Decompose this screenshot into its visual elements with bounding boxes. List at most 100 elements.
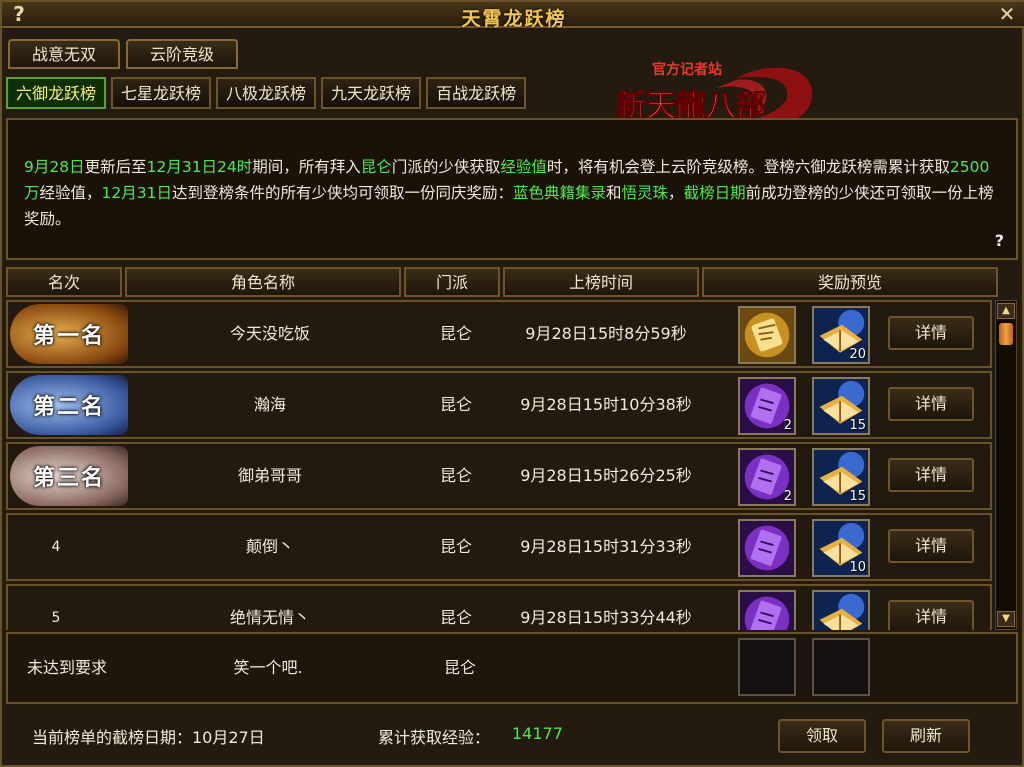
table-row: 4 颠倒丶 昆仑 9月28日15时31分33秒 10 详情 [6,513,992,581]
rank-badge: 4 [51,539,61,555]
deadline-text: 当前榜单的截榜日期：10月27日 [32,728,265,747]
detail-button[interactable]: 详情 [888,529,974,563]
tab-zhanyi[interactable]: 战意无双 [8,39,121,69]
col-time: 上榜时间 [503,267,699,297]
detail-button[interactable]: 详情 [888,600,974,630]
rank-time: 9月28日15时33分44秒 [520,608,692,627]
category-tabs: 战意无双 云阶竞级 [8,39,239,69]
description-part: 经验值 [500,158,547,176]
scroll-thumb[interactable] [999,323,1013,345]
scrollbar[interactable]: ▲ ▼ [995,300,1017,630]
book-icon[interactable]: 20 [812,306,870,364]
school: 昆仑 [439,466,472,485]
description-part: 期间，所有拜入 [252,158,361,176]
tab-baji[interactable]: 八极龙跃榜 [216,77,317,109]
rank-badge: 5 [51,610,61,626]
description-part: 截榜日期 [683,184,746,202]
description-part: 时，将有机会登上云阶竞级榜。登榜六御龙跃榜需累计获取 [546,158,950,176]
my-reward-slot-2 [812,638,870,696]
item-count: 2 [783,489,792,504]
player-name: 绝情无情丶 [229,608,310,627]
tab-yunjie[interactable]: 云阶竞级 [126,39,239,69]
purple-scroll-icon[interactable] [738,590,796,630]
tab-qixing[interactable]: 七星龙跃榜 [111,77,212,109]
rank-time: 9月28日15时26分25秒 [520,466,692,485]
school: 昆仑 [439,395,472,414]
rank-list: 第一名 今天没吃饭 昆仑 9月28日15时8分59秒 20 详情 第二名 瀚海 昆仑 9月28日1… [6,300,992,630]
leaderboard-window: ? 天霄龙跃榜 ✕ 战意无双 云阶竞级 六御龙跃榜 七星龙跃榜 八极龙跃榜 九天… [0,0,1024,767]
item-count: 15 [849,489,866,504]
rank-badge: 第一名 [10,304,128,364]
book-icon[interactable]: 15 [812,448,870,506]
school: 昆仑 [439,608,472,627]
player-name: 御弟哥哥 [237,466,302,485]
description-part: 门派的少侠获取 [391,158,501,176]
my-name: 笑一个吧. [233,658,303,677]
description-part: 9月28日 [24,158,85,176]
school: 昆仑 [439,324,472,343]
rank-time: 9月28日15时10分38秒 [520,395,692,414]
scroll-down-icon[interactable]: ▼ [997,611,1015,627]
player-name: 今天没吃饭 [229,324,310,343]
description-help-icon[interactable]: ? [995,228,1004,254]
exp-value: 14177 [512,724,563,743]
book-icon[interactable]: 15 [812,377,870,435]
col-school: 门派 [404,267,500,297]
player-name: 颠倒丶 [245,537,294,556]
my-rank-row: 未达到要求 笑一个吧. 昆仑 [6,632,1018,704]
event-description: 9月28日更新后至12月31日24时期间，所有拜入昆仑门派的少侠获取经验值时，将… [6,118,1018,260]
school: 昆仑 [439,537,472,556]
rank-time: 9月28日15时31分33秒 [520,537,692,556]
detail-button[interactable]: 详情 [888,316,974,350]
table-header: 名次 角色名称 门派 上榜时间 奖励预览 [6,267,1002,297]
scroll-up-icon[interactable]: ▲ [997,303,1015,319]
purple-scroll-icon[interactable]: 2 [738,448,796,506]
description-part: 蓝色典籍集录 [513,184,607,202]
exp-label: 累计获取经验： [378,728,491,747]
description-part: 达到登榜条件的所有少侠均可领取一份同庆奖励： [171,184,513,202]
item-count: 2 [783,418,792,433]
my-reward-slot-1 [738,638,796,696]
purple-scroll-icon[interactable]: 2 [738,377,796,435]
book-icon[interactable]: 10 [812,519,870,577]
logo-subtitle: 官方记者站 [652,61,722,77]
claim-button[interactable]: 领取 [778,719,866,753]
item-count: 20 [849,347,866,362]
table-row: 第三名 御弟哥哥 昆仑 9月28日15时26分25秒 2 15 详情 [6,442,992,510]
col-name: 角色名称 [125,267,401,297]
window-title: 天霄龙跃榜 [461,8,567,30]
detail-button[interactable]: 详情 [888,458,974,492]
my-school: 昆仑 [443,658,476,677]
description-part: 昆仑 [360,158,392,176]
my-status: 未达到要求 [26,658,107,677]
detail-button[interactable]: 详情 [888,387,974,421]
rank-tabs: 六御龙跃榜 七星龙跃榜 八极龙跃榜 九天龙跃榜 百战龙跃榜 [6,77,527,109]
tab-liuyu[interactable]: 六御龙跃榜 [6,77,107,109]
refresh-button[interactable]: 刷新 [882,719,970,753]
table-row: 5 绝情无情丶 昆仑 9月28日15时33分44秒 详情 [6,584,992,630]
col-rank: 名次 [6,267,122,297]
player-name: 瀚海 [253,395,286,414]
description-part: 经验值， [39,184,102,202]
rank-time: 9月28日15时8分59秒 [525,324,687,343]
table-row: 第一名 今天没吃饭 昆仑 9月28日15时8分59秒 20 详情 [6,300,992,368]
description-part: 和 [606,184,622,202]
description-part: 12月31日 [101,184,172,202]
purple-scroll-icon[interactable] [738,519,796,577]
tab-baizhan[interactable]: 百战龙跃榜 [426,77,527,109]
description-part: ， [668,184,684,202]
book-icon[interactable] [812,590,870,630]
gold-scroll-icon[interactable] [738,306,796,364]
item-count: 10 [849,560,866,575]
tab-jiutian[interactable]: 九天龙跃榜 [321,77,422,109]
close-icon[interactable]: ✕ [992,2,1022,26]
description-text: 9月28日更新后至12月31日24时期间，所有拜入昆仑门派的少侠获取经验值时，将… [24,158,994,228]
description-part: 悟灵珠 [621,184,669,202]
rank-badge: 第三名 [10,446,128,506]
title-bar: ? 天霄龙跃榜 ✕ [2,2,1024,30]
table-row: 第二名 瀚海 昆仑 9月28日15时10分38秒 2 15 详情 [6,371,992,439]
rank-badge: 第二名 [10,375,128,435]
description-part: 12月31日24时 [146,158,253,176]
description-part: 更新后至 [84,158,147,176]
col-reward: 奖励预览 [702,267,998,297]
